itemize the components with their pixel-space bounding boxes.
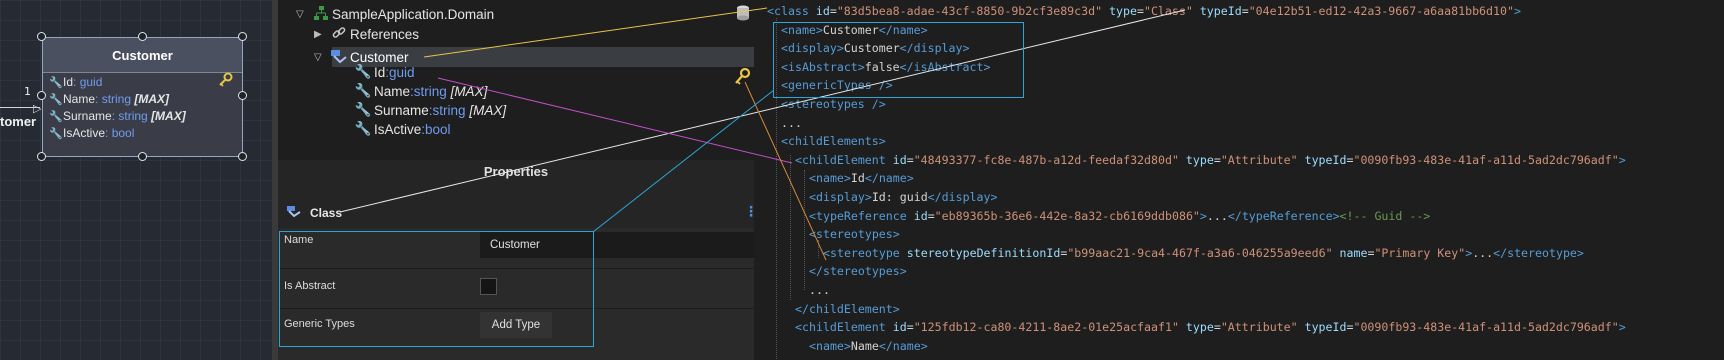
key-icon bbox=[735, 68, 751, 85]
wrench-icon: 🔧 bbox=[49, 77, 63, 89]
xml-editor[interactable]: <class id="83d5bea8-adae-43cf-8850-9b2cf… bbox=[754, 0, 1724, 360]
tree-node-attribute[interactable]: 🔧 IsActive: bool bbox=[352, 119, 451, 139]
property-row-generic-types: Generic Types Add Type bbox=[278, 308, 754, 348]
tree-node-label: References bbox=[350, 26, 420, 42]
resize-handle[interactable] bbox=[238, 152, 247, 161]
xml-line[interactable]: ... bbox=[781, 114, 802, 132]
chevron-right-icon[interactable]: ▶ bbox=[314, 29, 328, 40]
wrench-icon: 🔧 bbox=[49, 128, 63, 140]
resize-handle[interactable] bbox=[238, 91, 247, 100]
properties-title: Properties bbox=[483, 164, 549, 179]
association-multiplicity: 1 bbox=[24, 85, 31, 98]
xml-line[interactable]: <childElement id="48493377-fc8e-487b-a12… bbox=[795, 151, 1626, 169]
property-label: Name bbox=[284, 234, 314, 246]
xml-line[interactable]: <isAbstract>false</isAbstract> bbox=[781, 58, 990, 76]
wrench-icon: 🔧 bbox=[354, 102, 372, 117]
indent-guide bbox=[776, 18, 777, 360]
xml-line[interactable]: <stereotype stereotypeDefinitionId="b99a… bbox=[823, 244, 1584, 262]
associated-class-label: tomer bbox=[0, 114, 37, 129]
resize-handle[interactable] bbox=[37, 91, 46, 100]
property-label: Is Abstract bbox=[284, 280, 336, 292]
xml-line[interactable]: <display>Customer</display> bbox=[781, 39, 969, 57]
element-kind-label: Class bbox=[310, 205, 343, 220]
xml-line[interactable]: <childElement id="125fdb12-ca80-4211-8ae… bbox=[795, 318, 1626, 336]
xml-line[interactable]: <childElements> bbox=[781, 132, 886, 150]
diagram-attribute-row[interactable]: 🔧Id: guid bbox=[49, 75, 102, 89]
xml-line[interactable]: <genericTypes /> bbox=[781, 76, 893, 94]
resize-handle[interactable] bbox=[138, 32, 147, 41]
xml-line[interactable]: <stereotypes /> bbox=[781, 95, 886, 113]
add-type-button[interactable]: Add Type bbox=[480, 312, 552, 338]
tree-node-references[interactable]: ▶ References bbox=[314, 24, 419, 44]
tree-node-attribute[interactable]: 🔧 Name: string [MAX] bbox=[352, 81, 488, 101]
link-icon bbox=[328, 25, 350, 44]
diagram-canvas[interactable]: Customer 🔧Id: guid 🔧Name: string [MAX] 🔧… bbox=[0, 0, 272, 360]
xml-line[interactable]: </stereotypes> bbox=[809, 262, 907, 280]
wrench-icon: 🔧 bbox=[354, 64, 372, 79]
xml-line[interactable]: <display>Id: guid</display> bbox=[809, 188, 997, 206]
tree-node-attribute[interactable]: 🔧 Surname: string [MAX] bbox=[352, 100, 507, 120]
diagram-attribute-row[interactable]: 🔧Surname: string [MAX] bbox=[49, 109, 186, 123]
indent-guide bbox=[804, 170, 805, 290]
xml-line[interactable]: </childElement> bbox=[795, 300, 900, 318]
resize-handle[interactable] bbox=[238, 32, 247, 41]
class-shape-title: Customer bbox=[43, 38, 242, 73]
xml-line[interactable]: ... bbox=[809, 281, 830, 299]
model-tree[interactable]: ▽ SampleApplication.Domain ▶ References … bbox=[278, 0, 754, 160]
chevron-down-icon[interactable]: ▽ bbox=[314, 52, 328, 63]
property-row-is-abstract: Is Abstract bbox=[278, 268, 754, 309]
properties-panel: Properties Class ⋮ Name Is Abstract Gene… bbox=[278, 160, 758, 360]
xml-line[interactable]: <typeReference id="eb89365b-36e6-442e-8a… bbox=[809, 207, 1430, 225]
tree-node-attribute[interactable]: 🔧 Id: guid bbox=[352, 62, 415, 82]
xml-line[interactable]: <name>Customer</name> bbox=[781, 21, 928, 39]
database-icon bbox=[737, 5, 749, 21]
package-icon bbox=[310, 5, 332, 24]
diagram-attribute-row[interactable]: 🔧Name: string [MAX] bbox=[49, 92, 169, 106]
property-label: Generic Types bbox=[284, 318, 355, 330]
class-icon bbox=[286, 204, 302, 221]
xml-line[interactable]: <class id="83d5bea8-adae-43cf-8850-9b2cf… bbox=[767, 2, 1521, 20]
indent-guide bbox=[790, 155, 791, 300]
wrench-icon: 🔧 bbox=[354, 121, 372, 136]
wrench-icon: 🔧 bbox=[354, 83, 372, 98]
name-field[interactable] bbox=[480, 232, 754, 258]
resize-handle[interactable] bbox=[37, 32, 46, 41]
resize-handle[interactable] bbox=[138, 152, 147, 161]
is-abstract-checkbox[interactable] bbox=[480, 278, 497, 295]
wrench-icon: 🔧 bbox=[49, 94, 63, 106]
tree-node-package[interactable]: ▽ SampleApplication.Domain bbox=[296, 4, 494, 24]
class-icon bbox=[328, 48, 350, 67]
xml-line[interactable]: <name>Name</name> bbox=[809, 337, 928, 355]
tree-node-label: SampleApplication.Domain bbox=[332, 6, 495, 22]
xml-line[interactable]: <name>Id</name> bbox=[809, 169, 914, 187]
key-icon bbox=[219, 72, 233, 87]
chevron-down-icon[interactable]: ▽ bbox=[296, 9, 310, 20]
property-row-name: Name bbox=[278, 228, 754, 269]
resize-handle[interactable] bbox=[37, 152, 46, 161]
properties-grid: Name Is Abstract Generic Types Add Type bbox=[278, 228, 754, 360]
element-kind: Class bbox=[286, 204, 342, 221]
class-shape-customer[interactable]: Customer 🔧Id: guid 🔧Name: string [MAX] 🔧… bbox=[42, 37, 243, 157]
diagram-attribute-row[interactable]: 🔧IsActive: bool bbox=[49, 126, 134, 140]
wrench-icon: 🔧 bbox=[49, 111, 63, 123]
xml-line[interactable]: <stereotypes> bbox=[809, 225, 900, 243]
